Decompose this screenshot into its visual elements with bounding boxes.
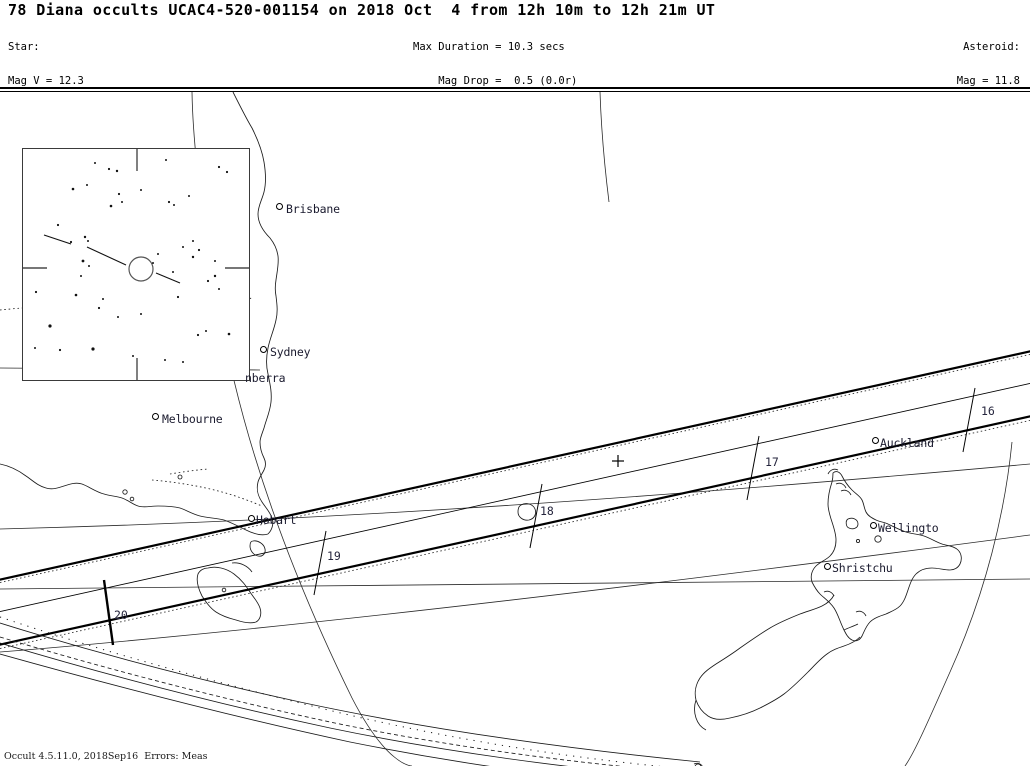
city-marker-hobart — [248, 515, 255, 522]
occultation-time-tick-bold — [102, 579, 115, 646]
field-star — [117, 192, 121, 196]
city-label-melbourne: Melbourne — [162, 412, 223, 426]
field-star — [81, 259, 85, 263]
field-star — [74, 293, 78, 297]
field-star — [205, 330, 207, 332]
star-line-1: Mag V = 12.3 — [8, 75, 84, 88]
field-star — [132, 355, 134, 357]
terminator-dotted — [0, 616, 662, 766]
field-star — [86, 184, 88, 186]
occultation-prediction-page: 78 Diana occults UCAC4-520-001154 on 201… — [0, 0, 1030, 766]
graticule-meridians — [191, 92, 1013, 766]
field-star — [173, 204, 175, 206]
new-zealand-coastline — [694, 468, 962, 731]
path-time-label-16: 16 — [981, 404, 995, 418]
center-cross-icon — [612, 455, 624, 467]
city-marker-brisbane — [276, 203, 283, 210]
header-divider-thick — [0, 87, 1030, 89]
event-line-0: Max Duration = 10.3 secs — [413, 41, 565, 54]
field-star — [188, 195, 190, 197]
field-star — [197, 248, 201, 252]
pacific-islands — [517, 503, 703, 766]
city-label-auckland: Auckland — [880, 436, 934, 450]
field-star — [71, 187, 75, 191]
field-star — [218, 288, 220, 290]
field-star — [69, 240, 73, 244]
field-star — [94, 162, 96, 164]
field-star — [34, 290, 38, 294]
field-star — [97, 306, 101, 310]
field-star — [48, 324, 52, 328]
field-star — [91, 347, 95, 351]
field-star — [140, 189, 142, 191]
field-star — [227, 332, 231, 336]
field-star — [83, 235, 87, 239]
occultation-path-limits — [0, 350, 1030, 646]
field-star — [88, 265, 90, 267]
asteroid-line-1: Mag = 11.8 — [956, 75, 1020, 88]
path-time-label-18: 18 — [540, 504, 554, 518]
city-label-wellington: Wellingto — [878, 521, 939, 535]
field-star — [164, 359, 166, 361]
field-star — [102, 298, 104, 300]
field-star — [117, 316, 119, 318]
asteroid-motion-track — [43, 234, 181, 284]
city-label-christchurch: Shristchu — [832, 561, 893, 575]
occultation-path-uncertainty — [0, 353, 1030, 650]
field-star — [140, 313, 142, 315]
field-star — [182, 361, 184, 363]
field-star — [34, 347, 36, 349]
target-star-circle — [128, 256, 154, 282]
city-marker-sydney — [260, 346, 267, 353]
field-star — [213, 274, 217, 278]
city-marker-auckland — [872, 437, 879, 444]
field-star — [196, 333, 200, 337]
field-star — [115, 169, 119, 173]
star-line-0: Star: — [8, 41, 40, 54]
path-time-label-20: 20 — [114, 608, 128, 622]
field-star — [56, 223, 60, 227]
path-time-label-17: 17 — [765, 455, 779, 469]
field-star — [225, 170, 229, 174]
event-line-1: Mag Drop = 0.5 (0.0r) — [413, 75, 578, 88]
field-star — [182, 246, 184, 248]
field-star — [80, 275, 82, 277]
field-star — [121, 201, 123, 203]
city-marker-christchurch — [824, 563, 831, 570]
field-star — [214, 260, 216, 262]
finder-chart-inset[interactable] — [22, 148, 250, 381]
field-star — [58, 348, 62, 352]
header-panel: 78 Diana occults UCAC4-520-001154 on 201… — [0, 0, 1030, 221]
field-star — [152, 262, 154, 264]
path-time-label-19: 19 — [327, 549, 341, 563]
asteroid-line-0: Asteroid: — [963, 41, 1020, 54]
terminator-dashed — [0, 636, 623, 766]
city-label-hobart: Hobart — [256, 513, 297, 527]
field-star — [176, 295, 180, 299]
city-label-brisbane: Brisbane — [286, 202, 340, 216]
city-label-canberra: nberra — [245, 371, 286, 385]
city-marker-wellington — [870, 522, 877, 529]
field-star — [217, 165, 221, 169]
field-star — [167, 200, 171, 204]
field-star — [107, 167, 111, 171]
field-star — [191, 255, 195, 259]
city-label-sydney: Sydney — [270, 345, 311, 359]
city-marker-melbourne — [152, 413, 159, 420]
page-title: 78 Diana occults UCAC4-520-001154 on 201… — [8, 1, 716, 19]
field-star — [87, 240, 89, 242]
field-star — [192, 240, 194, 242]
field-star — [206, 279, 210, 283]
field-star — [157, 253, 159, 255]
field-star — [109, 204, 113, 208]
field-star — [165, 159, 167, 161]
software-version-note: Occult 4.5.11.0, 2018Sep16 Errors: Meas — [4, 751, 208, 762]
field-star — [172, 271, 174, 273]
